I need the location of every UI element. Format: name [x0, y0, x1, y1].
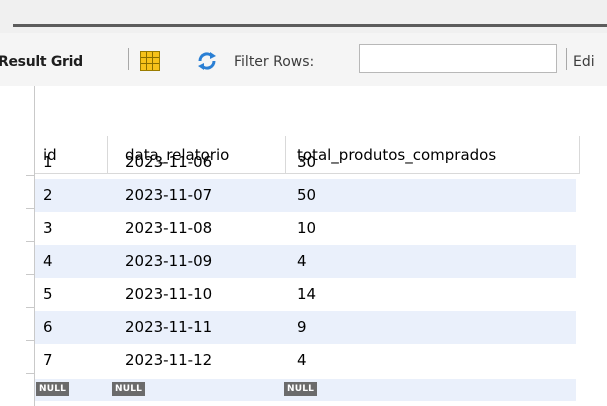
column-separator[interactable] — [579, 136, 580, 174]
cell-total-produtos-comprados[interactable]: 10 — [289, 212, 316, 245]
table-row[interactable]: 6 2023-11-11 9 — [35, 311, 576, 344]
null-badge[interactable]: NULL — [36, 382, 70, 396]
cell-total-produtos-comprados[interactable]: 9 — [289, 311, 307, 344]
panel-divider[interactable] — [13, 24, 607, 27]
filter-rows-label: Filter Rows: — [234, 54, 315, 70]
cell-id[interactable]: 1 — [35, 146, 53, 179]
filter-rows-input[interactable] — [359, 44, 557, 73]
cell-data-relatorio[interactable]: 2023-11-06 — [117, 146, 212, 179]
toolbar-separator — [566, 48, 567, 70]
refresh-icon[interactable] — [196, 50, 218, 72]
cell-total-produtos-comprados[interactable]: 50 — [289, 179, 316, 212]
table-row[interactable]: 5 2023-11-10 14 — [35, 278, 576, 311]
null-badge[interactable]: NULL — [284, 382, 318, 396]
toolbar-separator — [128, 48, 129, 70]
cell-data-relatorio[interactable]: 2023-11-09 — [117, 245, 212, 278]
table-row[interactable]: 7 2023-11-12 4 — [35, 344, 576, 377]
cell-id[interactable]: 5 — [35, 278, 53, 311]
cell-id[interactable]: 2 — [35, 179, 53, 212]
result-grid-tab[interactable]: Result Grid — [0, 53, 83, 71]
cell-data-relatorio[interactable]: 2023-11-07 — [117, 179, 212, 212]
cell-total-produtos-comprados[interactable]: 14 — [289, 278, 316, 311]
cell-data-relatorio[interactable]: 2023-11-12 — [117, 344, 212, 377]
table-row[interactable]: 3 2023-11-08 10 — [35, 212, 576, 245]
cell-id[interactable]: 3 — [35, 212, 53, 245]
table-row[interactable]: 4 2023-11-09 4 — [35, 245, 576, 278]
cell-total-produtos-comprados[interactable]: 4 — [289, 344, 307, 377]
cell-id[interactable]: 4 — [35, 245, 53, 278]
table-row[interactable]: 1 2023-11-06 30 — [35, 146, 576, 179]
cell-total-produtos-comprados[interactable]: 4 — [289, 245, 307, 278]
edit-button[interactable]: Edi — [573, 53, 595, 71]
cell-id[interactable]: 6 — [35, 311, 53, 344]
cell-data-relatorio[interactable]: 2023-11-08 — [117, 212, 212, 245]
grid-icon[interactable] — [140, 51, 160, 71]
cell-total-produtos-comprados[interactable]: 30 — [289, 146, 316, 179]
row-gutter — [0, 86, 34, 406]
result-grid: id data_relatorio total_produtos_comprad… — [0, 86, 607, 406]
table-row[interactable]: 2 2023-11-07 50 — [35, 179, 576, 212]
null-badge[interactable]: NULL — [112, 382, 146, 396]
cell-data-relatorio[interactable]: 2023-11-10 — [117, 278, 212, 311]
cell-data-relatorio[interactable]: 2023-11-11 — [117, 311, 212, 344]
new-row-placeholder[interactable]: NULL NULL NULL — [35, 379, 576, 401]
cell-id[interactable]: 7 — [35, 344, 53, 377]
top-panel-strip — [0, 0, 607, 33]
